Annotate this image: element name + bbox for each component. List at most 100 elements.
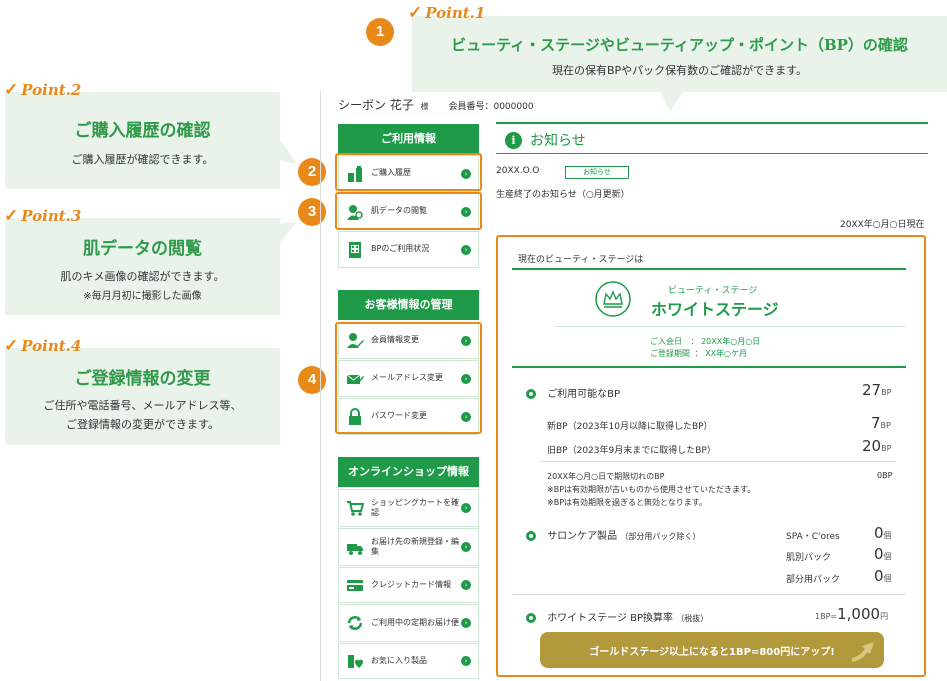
point3-text: Point.3 (21, 207, 82, 225)
stage-name: ホワイトステージ (651, 300, 779, 319)
delivery-icon (345, 537, 365, 557)
care-row-unit: 個 (883, 531, 892, 540)
point4-text: Point.4 (21, 337, 82, 355)
sidebar-label: BPのご利用状況 (371, 244, 430, 254)
callout-point3-desc: 肌のキメ画像の確認ができます。 (60, 270, 225, 283)
news-top-rule (496, 122, 928, 124)
new-bp-value: 7 (871, 414, 881, 432)
point3-label: ✓ Point.3 (4, 206, 82, 226)
period-row: ご登録期間 ： XX年○ケ月 (650, 348, 747, 359)
care-row-amount: 0個 (874, 545, 892, 563)
salon-care-sub: （部分用パック除く） (620, 532, 701, 541)
user-name: シーボン 花子 (338, 98, 414, 112)
callout-point4-desc2: ご登録情報の変更ができます。 (66, 418, 219, 431)
care-row-value: 0 (874, 524, 884, 542)
highlight-point4 (335, 322, 482, 434)
join-date-label: ご入会日 (650, 337, 682, 346)
chevron-right-icon: › (461, 656, 471, 666)
rate-unit: 円 (880, 612, 889, 621)
care-row-unit: 個 (883, 552, 892, 561)
care-row-unit: 個 (883, 574, 892, 583)
page-root: ビューティ・ステージやビューティアップ・ポイント（BP）の確認 現在の保有BPや… (0, 0, 947, 681)
care-row-value: 0 (874, 545, 884, 563)
sidebar-item-bp-usage[interactable]: BPのご利用状況 › (338, 231, 479, 268)
point4-label: ✓ Point.4 (4, 336, 82, 356)
sidebar-item-cart[interactable]: ショッピングカートを確認 › (338, 489, 479, 527)
bp-note-2: ※BPは有効期限を過ぎると無効となります。 (547, 498, 707, 507)
bp-available-amount: 27BP (862, 381, 891, 399)
upgrade-banner-text: ゴールドステージ以上になると1BP=800円にアップ! (589, 646, 835, 658)
callout-point1: ビューティ・ステージやビューティアップ・ポイント（BP）の確認 現在の保有BPや… (412, 16, 947, 92)
care-row-value: 0 (874, 567, 884, 585)
care-row-name: 肌別パック (786, 553, 832, 563)
member-number: 会員番号：0000000 (448, 102, 534, 112)
bp-available-label: ご利用可能なBP (547, 389, 621, 400)
callout-point3: 肌データの閲覧 肌のキメ画像の確認ができます。 ※毎月月初に撮影した画像 (5, 218, 280, 315)
care-row-amount: 0個 (874, 524, 892, 542)
callout-point1-title: ビューティ・ステージやビューティアップ・ポイント（BP）の確認 (451, 36, 908, 54)
as-of-date: 20XX年○月○日現在 (840, 220, 925, 230)
care-row-amount: 0個 (874, 567, 892, 585)
callout-point2: ご購入履歴の確認 ご購入履歴が確認できます。 (5, 92, 280, 189)
bp-divider (540, 461, 896, 462)
callout-point1-desc: 現在の保有BPやパック保有数のご確認ができます。 (551, 64, 808, 77)
callout-point4-title: ご登録情報の変更 (74, 369, 211, 389)
refresh-icon (345, 613, 365, 633)
sidebar-item-credit-card[interactable]: クレジットカード情報 › (338, 567, 479, 603)
bp-available-row: ご利用可能なBP (526, 385, 620, 400)
sidebar-label: ショッピングカートを確認 (371, 497, 459, 517)
bullet-icon (526, 389, 536, 399)
sidebar-label: お気に入り製品 (371, 655, 427, 665)
news-item-link[interactable]: 生産終了のお知らせ（○月更新） (496, 187, 630, 200)
sidebar-heading-shop: オンラインショップ情報 (338, 457, 479, 487)
sidebar-item-favorites[interactable]: お気に入り製品 › (338, 643, 479, 679)
news-tag: お知らせ (565, 166, 629, 179)
period-value: ： XX年○ケ月 (694, 349, 748, 358)
old-bp-value: 20 (862, 437, 882, 455)
new-bp-amount: 7BP (871, 414, 891, 432)
old-bp-label: 旧BP（2023年9月末までに取得したBP） (547, 446, 716, 456)
stage-divider (555, 326, 905, 327)
sidebar-label: ご利用中の定期お届け便 (371, 617, 459, 627)
arrow-up-icon (851, 642, 874, 662)
callout-point3-tail (279, 222, 297, 244)
bp-card-icon (345, 240, 365, 260)
sidebar-item-delivery[interactable]: お届け先の新規登録・編集 › (338, 528, 479, 566)
rate-row: ホワイトステージ BP換算率 （税抜） (526, 609, 708, 624)
stage-label: ビューティ・ステージ (668, 286, 758, 296)
stage-top-rule (512, 268, 906, 270)
callout-point4: ご登録情報の変更 ご住所や電話番号、メールアドレス等、 ご登録情報の変更ができま… (5, 348, 280, 445)
sidebar-heading-account: お客様情報の管理 (338, 290, 479, 320)
chevron-right-icon: › (461, 618, 471, 628)
bp-note-1: ※BPは有効期限が古いものから使用させていただきます。 (547, 485, 756, 494)
favorite-product-icon (345, 651, 365, 671)
chevron-right-icon: › (461, 244, 471, 255)
callout-point2-tail (279, 138, 297, 164)
rate-sub: （税抜） (676, 614, 709, 623)
highlight-point2 (335, 153, 482, 191)
point2-label: ✓ Point.2 (4, 80, 82, 100)
bp-unit: BP (881, 444, 892, 453)
bullet-icon (526, 531, 536, 541)
new-bp-label: 新BP（2023年10月以降に取得したBP） (547, 422, 713, 432)
rate-value: 1,000 (837, 605, 881, 623)
bp-available-value: 27 (862, 381, 882, 399)
salon-care-row: サロンケア製品 （部分用パック除く） (526, 527, 700, 542)
stage-crown-emblem (594, 280, 632, 322)
salon-care-label: サロンケア製品 (547, 531, 618, 542)
rate-label: ホワイトステージ BP換算率 (547, 613, 674, 624)
expiring-bp-label: 20XX年○月○日で期限切れのBP (547, 472, 665, 481)
upgrade-banner: ゴールドステージ以上になると1BP=800円にアップ! (540, 632, 884, 668)
rate-amount: 1BP=1,000円 (815, 605, 888, 623)
news-date: 20XX.O.O (496, 166, 540, 176)
period-label: ご登録期間 (650, 349, 690, 358)
sidebar-label: クレジットカード情報 (371, 579, 451, 589)
stage-intro: 現在のビューティ・ステージは (518, 255, 644, 265)
callout-point2-desc: ご購入履歴が確認できます。 (71, 153, 214, 166)
sidebar-label: お届け先の新規登録・編集 (371, 536, 459, 556)
sidebar-item-subscription[interactable]: ご利用中の定期お届け便 › (338, 604, 479, 642)
care-row-name: 部分用パック (786, 575, 841, 585)
point1-label: ✓ Point.1 (408, 3, 486, 23)
join-date-value: ： 20XX年○月○日 (690, 337, 761, 346)
user-header: シーボン 花子 様 会員番号：0000000 (338, 96, 534, 113)
